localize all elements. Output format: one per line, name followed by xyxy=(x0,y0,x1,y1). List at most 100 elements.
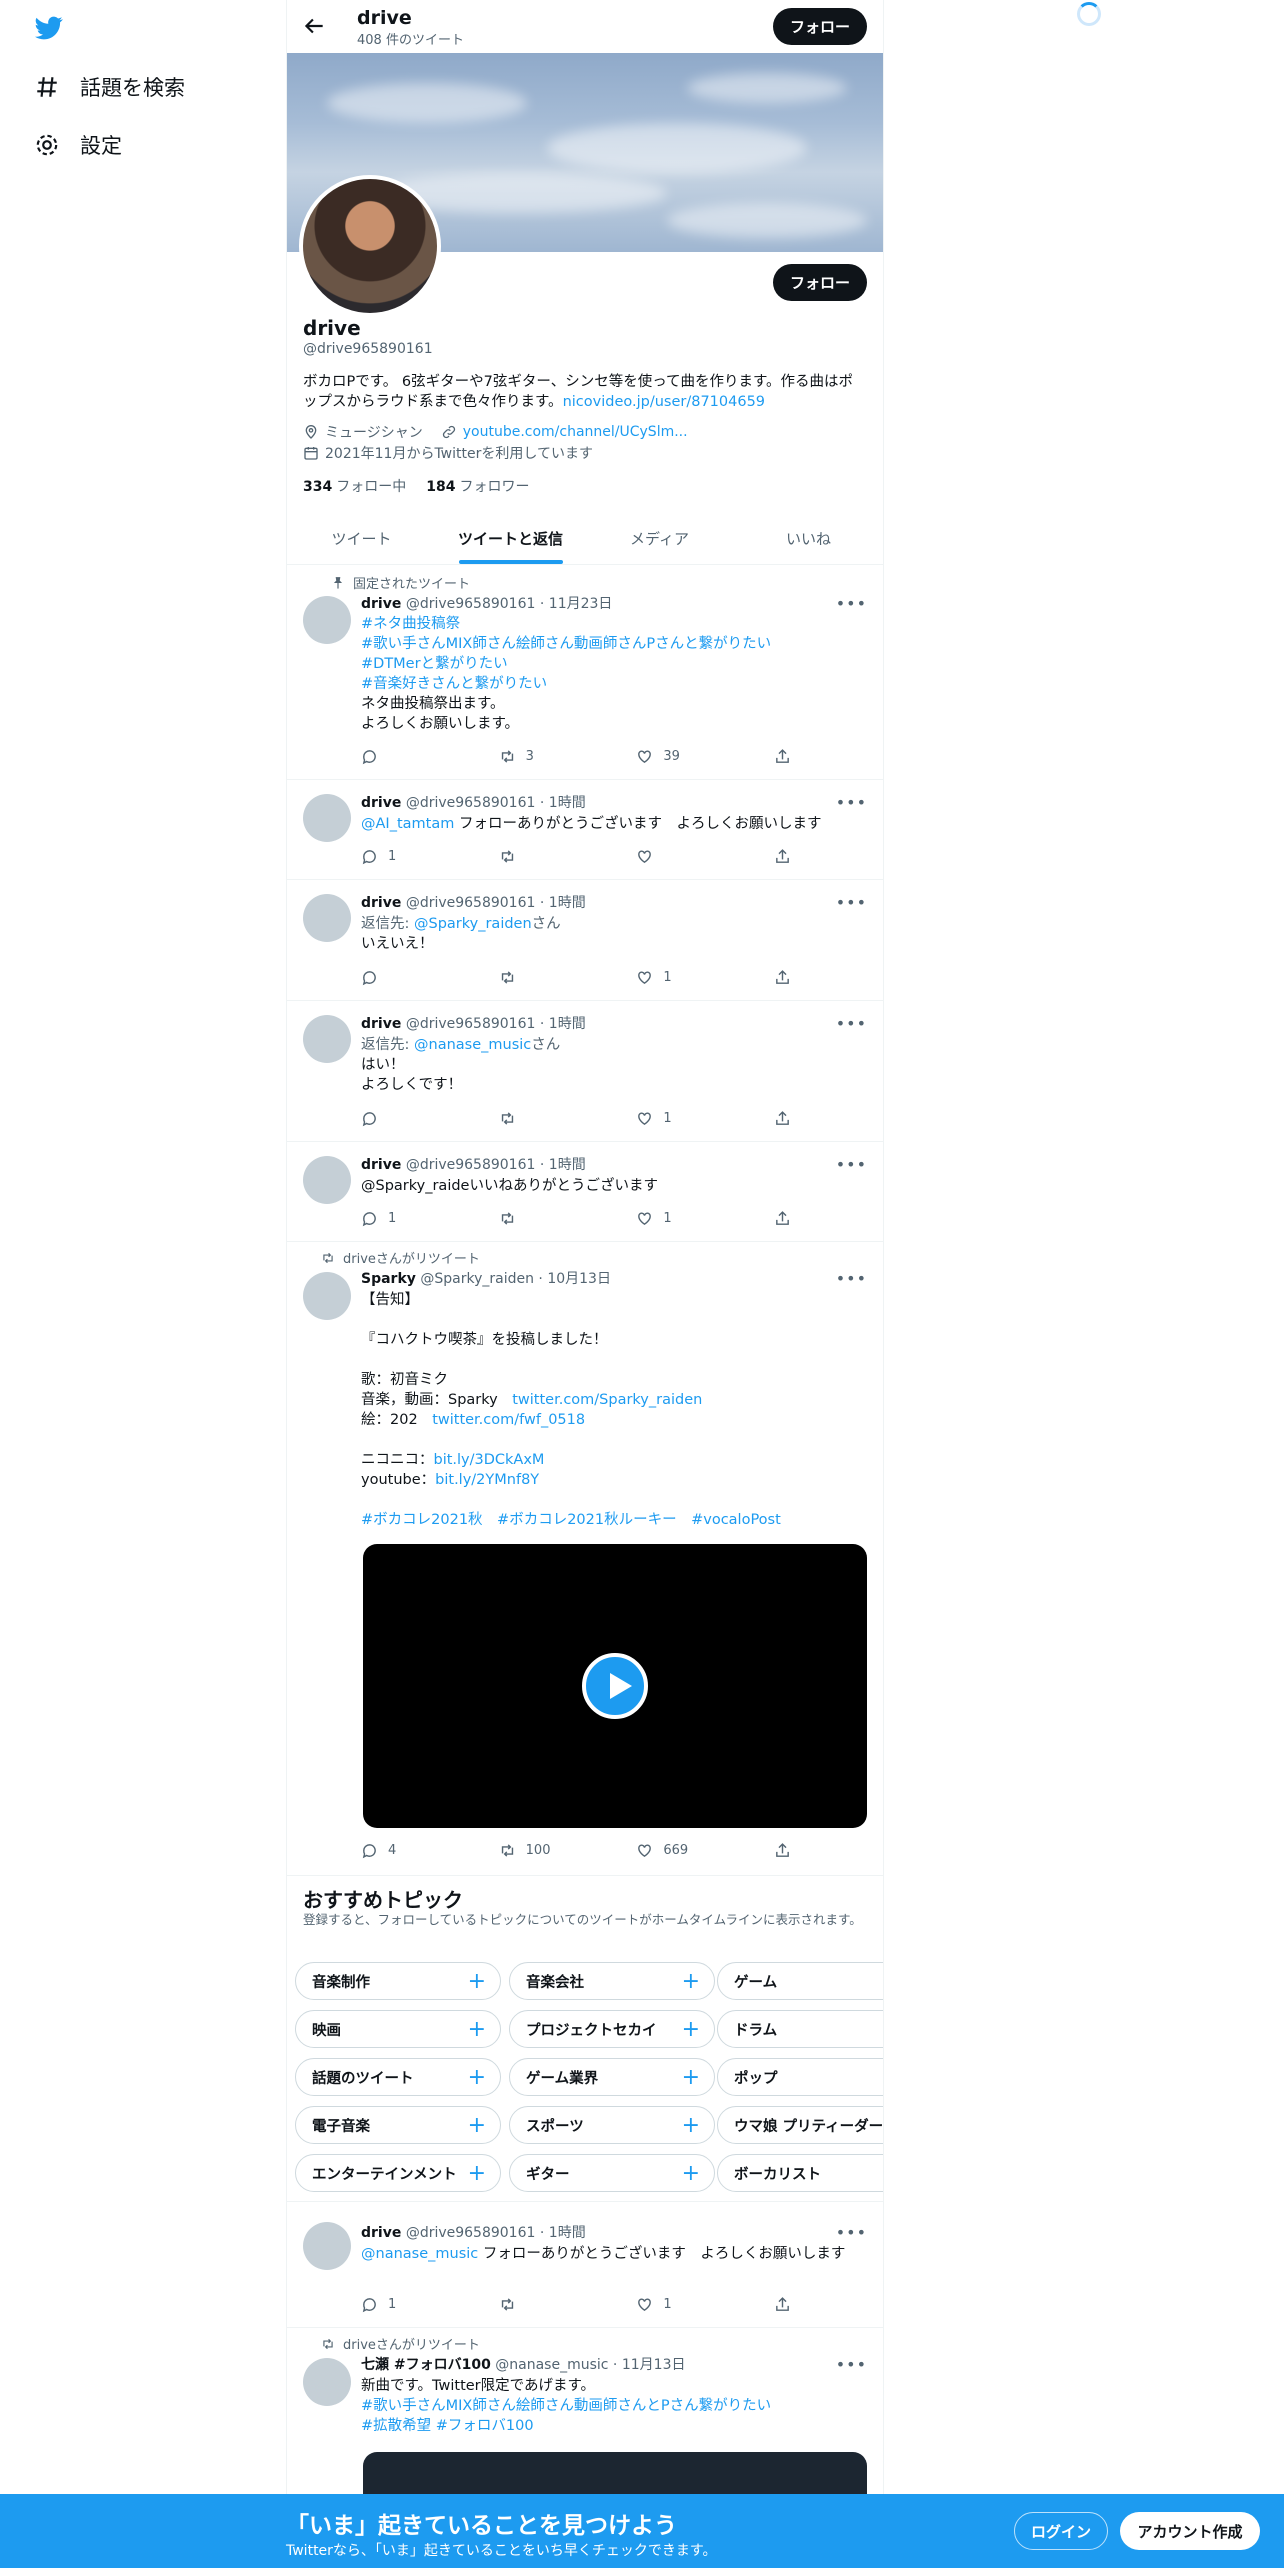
hashtag-link[interactable]: #ボカコレ2021秋 #ボカコレ2021秋ルーキー #vocaloPost xyxy=(361,1512,781,1528)
tweet-author-name[interactable]: drive xyxy=(361,1016,401,1032)
hashtag-link[interactable]: #歌い手さんMIX師さん絵師さん動画師さんとPさん繋がりたい xyxy=(361,2398,771,2414)
tweet-author-name[interactable]: 七瀬 #フォロバ100 xyxy=(361,2357,491,2373)
more-icon[interactable]: ••• xyxy=(836,1269,867,1288)
external-link[interactable]: bit.ly/2YMnf8Y xyxy=(435,1472,539,1488)
header-follow-button[interactable]: フォロー xyxy=(773,8,867,45)
more-icon[interactable]: ••• xyxy=(836,893,867,912)
reply-button[interactable] xyxy=(361,969,431,986)
hashtag-link[interactable]: #拡散希望 #フォロバ100 xyxy=(361,2418,534,2434)
hashtag-link[interactable]: #歌い手さんMIX師さん絵師さん動画師さんPさんと繋がりたい xyxy=(361,636,771,652)
more-icon[interactable]: ••• xyxy=(836,2223,867,2242)
avatar[interactable] xyxy=(303,1156,351,1204)
external-link[interactable]: bit.ly/3DCkAxM xyxy=(434,1452,545,1468)
followers-link[interactable]: 184 フォロワー xyxy=(426,476,529,496)
mention-link[interactable]: @AI_tamtam xyxy=(361,816,454,832)
reply-button[interactable]: 1 xyxy=(361,2296,431,2313)
like-button[interactable]: 1 xyxy=(636,1210,706,1227)
like-button[interactable]: 669 xyxy=(636,1842,706,1859)
reply-button[interactable]: 4 xyxy=(361,1842,431,1859)
reply-button[interactable]: 1 xyxy=(361,1210,431,1227)
tweet-author-name[interactable]: drive xyxy=(361,895,401,911)
retweet-button[interactable] xyxy=(499,969,569,986)
share-button[interactable] xyxy=(774,969,791,986)
like-button[interactable]: 1 xyxy=(636,2296,706,2313)
avatar[interactable] xyxy=(303,596,351,644)
topic-chip[interactable]: ポップ xyxy=(717,2058,883,2096)
signup-button[interactable]: アカウント作成 xyxy=(1120,2512,1260,2550)
profile-follow-button[interactable]: フォロー xyxy=(773,264,867,301)
hashtag-link[interactable]: #ネタ曲投稿祭 xyxy=(361,616,460,632)
like-button[interactable] xyxy=(636,848,706,865)
share-button[interactable] xyxy=(774,2296,791,2313)
share-button[interactable] xyxy=(774,748,791,765)
avatar[interactable] xyxy=(303,2222,351,2270)
profile-website-link[interactable]: youtube.com/channel/UCySlm... xyxy=(463,424,688,440)
share-button[interactable] xyxy=(774,1110,791,1127)
tweet-author-name[interactable]: drive xyxy=(361,795,401,811)
like-button[interactable]: 39 xyxy=(636,748,706,765)
nav-settings[interactable]: 設定 xyxy=(34,127,122,163)
tweet-time[interactable]: 1時間 xyxy=(549,2225,586,2241)
tweet-time[interactable]: 1時間 xyxy=(549,795,586,811)
following-link[interactable]: 334 フォロー中 xyxy=(303,476,406,496)
profile-avatar[interactable] xyxy=(299,175,441,317)
tweet-time[interactable]: 10月13日 xyxy=(547,1271,611,1287)
tweet-time[interactable]: 11月23日 xyxy=(549,596,613,612)
more-icon[interactable]: ••• xyxy=(836,1155,867,1174)
retweet-button[interactable] xyxy=(499,1110,569,1127)
login-button[interactable]: ログイン xyxy=(1014,2512,1108,2550)
mention-link[interactable]: @nanase_music xyxy=(361,2246,478,2262)
nav-explore[interactable]: 話題を検索 xyxy=(34,69,185,105)
reply-to-link[interactable]: @nanase_music xyxy=(414,1037,531,1053)
retweet-button[interactable]: 3 xyxy=(499,748,569,765)
more-icon[interactable]: ••• xyxy=(836,1014,867,1033)
external-link[interactable]: twitter.com/Sparky_raiden xyxy=(512,1392,702,1408)
topic-chip[interactable]: ゲーム業界 + xyxy=(509,2058,715,2096)
twitter-logo-icon[interactable] xyxy=(33,14,65,42)
topic-chip[interactable]: 話題のツイート + xyxy=(295,2058,501,2096)
topic-chip[interactable]: 映画 + xyxy=(295,2010,501,2048)
share-button[interactable] xyxy=(774,1210,791,1227)
profile-bio-link[interactable]: nicovideo.jp/user/87104659 xyxy=(563,394,765,410)
topic-chip[interactable]: ボーカリスト xyxy=(717,2154,883,2192)
avatar[interactable] xyxy=(303,894,351,942)
retweet-button[interactable] xyxy=(499,2296,569,2313)
reply-button[interactable] xyxy=(361,1110,431,1127)
topic-chip[interactable]: スポーツ + xyxy=(509,2106,715,2144)
tweet[interactable]: drive @drive965890161 · 1時間 ••• @Sparky_… xyxy=(287,1142,883,1242)
topic-chip[interactable]: 音楽会社 + xyxy=(509,1962,715,2000)
retweet-button[interactable] xyxy=(499,1210,569,1227)
tweet[interactable]: drive @drive965890161 · 1時間 ••• 返信先: @na… xyxy=(287,1001,883,1142)
external-link[interactable]: twitter.com/fwf_0518 xyxy=(432,1412,585,1428)
topic-chip[interactable]: エンターテインメント + xyxy=(295,2154,501,2192)
topic-chip[interactable]: 音楽制作 + xyxy=(295,1962,501,2000)
tweet[interactable]: drive @drive965890161 · 1時間 ••• @nanase_… xyxy=(287,2202,883,2328)
topic-chip[interactable]: ゲーム xyxy=(717,1962,883,2000)
tab-media[interactable]: メディア xyxy=(585,512,734,564)
avatar[interactable] xyxy=(303,794,351,842)
tweet-time[interactable]: 1時間 xyxy=(549,1157,586,1173)
tweet-author-name[interactable]: drive xyxy=(361,1157,401,1173)
tweet[interactable]: 固定されたツイート drive @drive965890161 · 11月23日… xyxy=(287,566,883,780)
tweet-author-name[interactable]: drive xyxy=(361,2225,401,2241)
avatar[interactable] xyxy=(303,1272,351,1320)
avatar[interactable] xyxy=(303,2358,351,2406)
share-button[interactable] xyxy=(774,848,791,865)
tab-likes[interactable]: いいね xyxy=(734,512,883,564)
share-button[interactable] xyxy=(774,1842,791,1859)
tweet-author-name[interactable]: Sparky xyxy=(361,1271,416,1287)
topic-chip[interactable]: 電子音楽 + xyxy=(295,2106,501,2144)
hashtag-link[interactable]: #DTMerと繋がりたい xyxy=(361,656,508,672)
tweet-time[interactable]: 11月13日 xyxy=(622,2357,686,2373)
tweet-time[interactable]: 1時間 xyxy=(549,1016,586,1032)
reply-to-link[interactable]: @Sparky_raiden xyxy=(414,916,532,932)
like-button[interactable]: 1 xyxy=(636,1110,706,1127)
reply-button[interactable]: 1 xyxy=(361,848,431,865)
retweet-button[interactable] xyxy=(499,848,569,865)
retweet-button[interactable]: 100 xyxy=(499,1842,569,1859)
more-icon[interactable]: ••• xyxy=(836,2355,867,2374)
hashtag-link[interactable]: #音楽好きさんと繋がりたい xyxy=(361,676,547,692)
tweet[interactable]: drive @drive965890161 · 1時間 ••• @AI_tamt… xyxy=(287,780,883,880)
like-button[interactable]: 1 xyxy=(636,969,706,986)
play-icon[interactable] xyxy=(582,1653,648,1719)
